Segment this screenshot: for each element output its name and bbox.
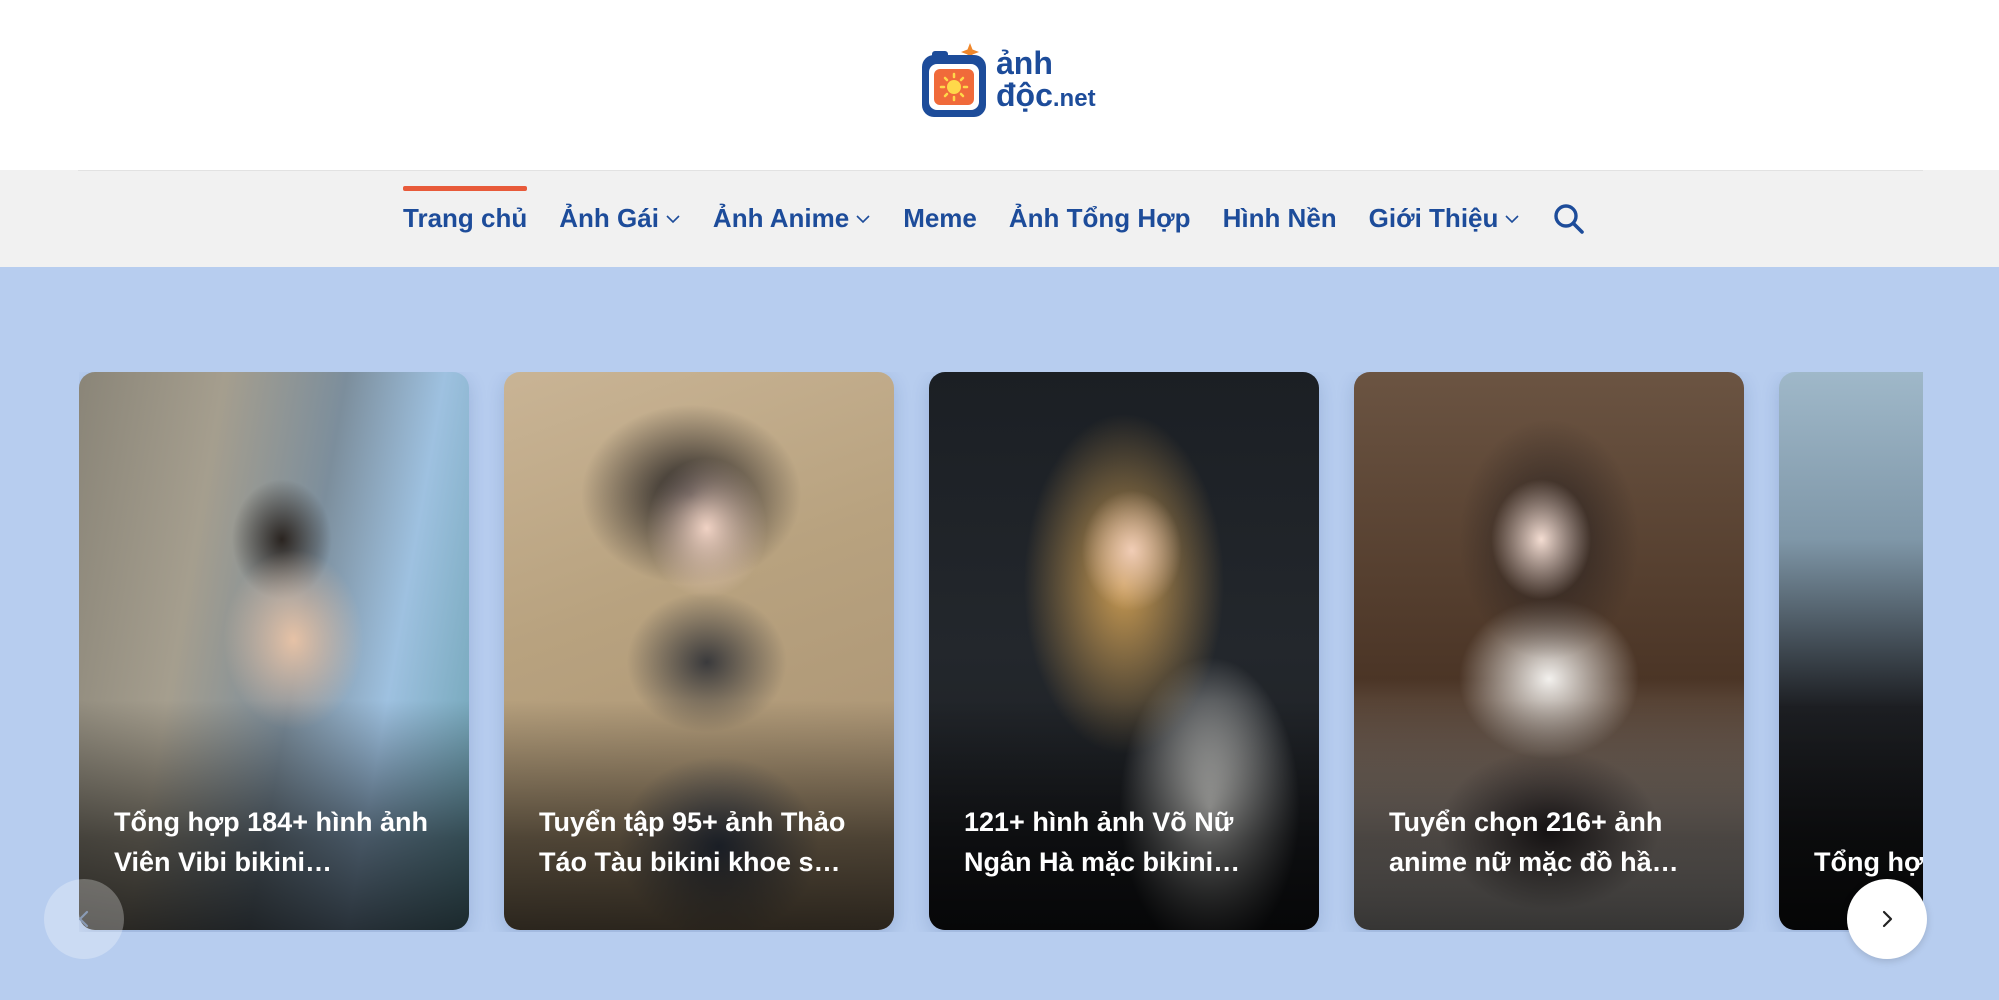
nav-item-label: Trang chủ (403, 203, 528, 233)
card-title: Tổng hợp 184+ hình ảnh Viên Vibi bikini… (114, 807, 428, 877)
carousel-card[interactable]: Tuyển chọn 216+ ảnh anime nữ mặc đồ hầ… (1354, 372, 1744, 930)
nav-item-label: Ảnh Tổng Hợp (1008, 203, 1191, 233)
logo-line2: độc.net (996, 79, 1096, 115)
camera-logo-icon (920, 41, 988, 121)
logo-wordmark: ảnh độc.net (996, 47, 1096, 115)
search-button[interactable] (1552, 170, 1586, 267)
carousel-card[interactable]: Tuyển tập 95+ ảnh Thảo Táo Tàu bikini kh… (504, 372, 894, 930)
nav-item-gioi-thieu[interactable]: Giới Thiệu (1369, 170, 1521, 267)
card-title: Tuyển tập 95+ ảnh Thảo Táo Tàu bikini kh… (539, 807, 846, 877)
featured-carousel: Tổng hợp 184+ hình ảnh Viên Vibi bikini…… (0, 267, 1999, 1000)
nav-item-hinh-nen[interactable]: Hình Nền (1223, 170, 1337, 267)
carousel-prev-button[interactable] (44, 879, 124, 959)
nav-item-meme[interactable]: Meme (903, 170, 977, 267)
main-navbar: Trang chủ Ảnh Gái Ảnh Anime Meme Ảnh Tổn… (0, 170, 1999, 267)
site-logo[interactable]: ảnh độc.net (920, 36, 1110, 126)
nav-item-label: Meme (903, 203, 977, 233)
carousel-next-button[interactable] (1847, 879, 1927, 959)
search-icon (1554, 203, 1585, 234)
carousel-card[interactable]: Tổng hợp Linh Ngọ… (1779, 372, 1923, 930)
nav-menu: Trang chủ Ảnh Gái Ảnh Anime Meme Ảnh Tổn… (403, 170, 1586, 267)
nav-item-label: Ảnh Gái (559, 203, 659, 233)
card-title: Tuyển chọn 216+ ảnh anime nữ mặc đồ hầ… (1389, 807, 1679, 877)
chevron-down-icon (856, 214, 870, 223)
logo-tld: .net (1052, 85, 1096, 112)
nav-item-home[interactable]: Trang chủ (403, 170, 528, 267)
chevron-right-icon (1882, 910, 1893, 928)
carousel-card[interactable]: 121+ hình ảnh Võ Nữ Ngân Hà mặc bikini… (929, 372, 1319, 930)
logo-line1: ảnh (996, 45, 1053, 81)
card-title: Tổng hợp Linh Ngọ… (1814, 847, 1923, 877)
carousel-viewport: Tổng hợp 184+ hình ảnh Viên Vibi bikini…… (79, 372, 1923, 932)
card-title: 121+ hình ảnh Võ Nữ Ngân Hà mặc bikini… (964, 807, 1241, 877)
chevron-left-icon (78, 910, 89, 928)
nav-item-anh-gai[interactable]: Ảnh Gái (559, 170, 681, 267)
nav-item-label: Giới Thiệu (1368, 203, 1499, 233)
nav-item-label: Ảnh Anime (712, 203, 850, 233)
site-header: ảnh độc.net (0, 0, 1999, 170)
nav-item-anh-tong-hop[interactable]: Ảnh Tổng Hợp (1009, 170, 1191, 267)
carousel-card[interactable]: Tổng hợp 184+ hình ảnh Viên Vibi bikini… (79, 372, 469, 930)
chevron-down-icon (1505, 214, 1519, 223)
logo-name: độc (996, 77, 1053, 113)
nav-item-anh-anime[interactable]: Ảnh Anime (713, 170, 871, 267)
chevron-down-icon (666, 214, 680, 223)
nav-item-label: Hình Nền (1222, 203, 1337, 233)
